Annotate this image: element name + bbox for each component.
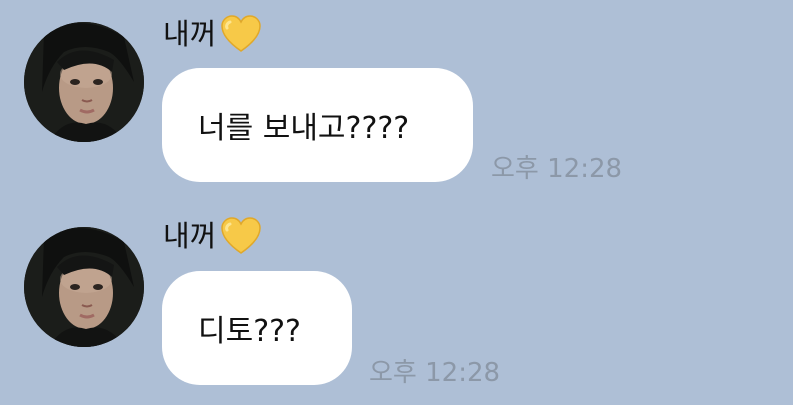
message-row: 내꺼 디토??? 오후 12:28: [0, 200, 793, 405]
avatar[interactable]: [24, 227, 144, 347]
avatar-photo: [24, 227, 144, 347]
sender-name: 내꺼: [163, 14, 262, 54]
message-text: 디토???: [198, 314, 301, 349]
sender-name: 내꺼: [163, 216, 262, 256]
message-timestamp: 오후 12:28: [369, 358, 501, 388]
message-text: 너를 보내고????: [198, 111, 410, 146]
message-bubble[interactable]: 디토???: [162, 271, 352, 385]
avatar-photo: [24, 22, 144, 142]
message-timestamp: 오후 12:28: [491, 154, 623, 184]
message-row: 내꺼 너를 보내고???? 오후 12:28: [0, 0, 793, 200]
yellow-heart-icon: [220, 216, 262, 256]
message-bubble[interactable]: 너를 보내고????: [162, 68, 473, 182]
chat-window: 내꺼 너를 보내고???? 오후 12:28 내꺼 디토??? 오후 12:28: [0, 0, 793, 405]
avatar[interactable]: [24, 22, 144, 142]
yellow-heart-icon: [220, 14, 262, 54]
sender-name-label: 내꺼: [163, 16, 217, 51]
sender-name-label: 내꺼: [163, 218, 217, 253]
